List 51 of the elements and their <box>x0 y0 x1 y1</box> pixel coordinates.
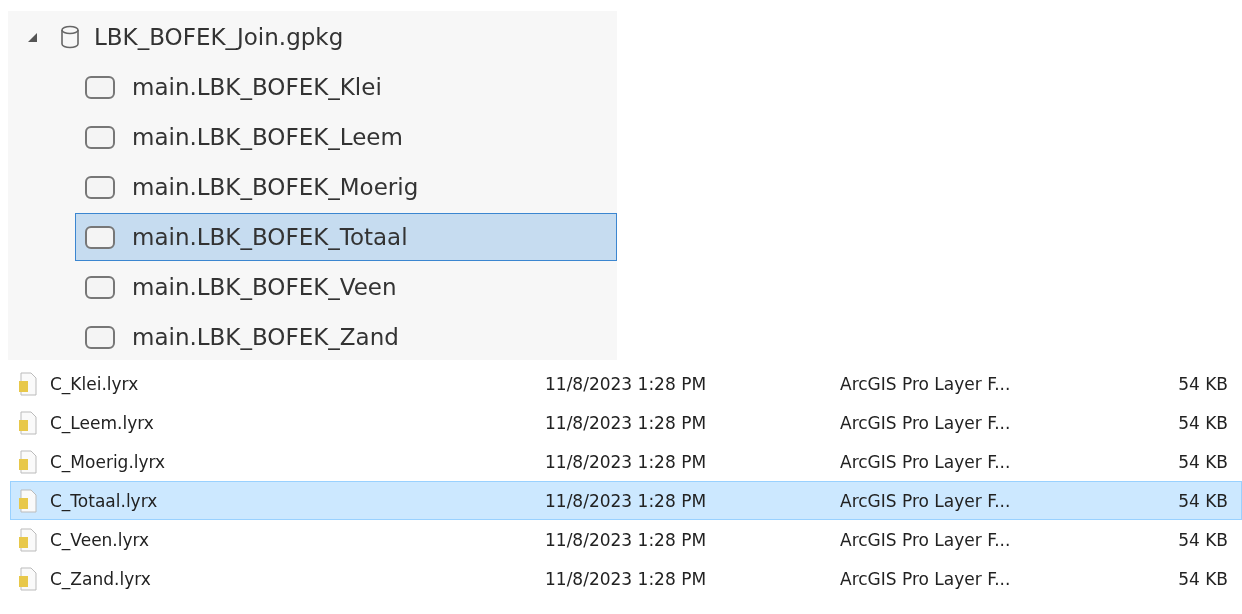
table-item[interactable]: main.LBK_BOFEK_Veen <box>75 263 617 311</box>
file-type: ArcGIS Pro Layer F... <box>840 451 1012 472</box>
file-row[interactable]: C_Moerig.lyrx 11/8/2023 1:28 PM ArcGIS Pro Layer F... 54 KB <box>10 442 1242 481</box>
file-date: 11/8/2023 1:28 PM <box>545 568 708 589</box>
file-type: ArcGIS Pro Layer F... <box>840 490 1012 511</box>
file-name: C_Leem.lyrx <box>50 412 155 433</box>
expand-triangle-icon[interactable] <box>26 31 38 43</box>
table-item[interactable]: main.LBK_BOFEK_Moerig <box>75 163 617 211</box>
table-item[interactable]: main.LBK_BOFEK_Totaal <box>75 213 617 261</box>
file-row[interactable]: C_Totaal.lyrx 11/8/2023 1:28 PM ArcGIS Pro Layer F... 54 KB <box>10 481 1242 520</box>
file-type: ArcGIS Pro Layer F... <box>840 373 1012 394</box>
file-row[interactable]: C_Leem.lyrx 11/8/2023 1:28 PM ArcGIS Pro Layer F... 54 KB <box>10 403 1242 442</box>
file-name: C_Klei.lyrx <box>50 373 140 394</box>
file-type: ArcGIS Pro Layer F... <box>840 568 1012 589</box>
file-icon <box>18 371 38 396</box>
file-row[interactable]: C_Zand.lyrx 11/8/2023 1:28 PM ArcGIS Pro Layer F... 54 KB <box>10 559 1242 598</box>
file-date: 11/8/2023 1:28 PM <box>545 451 708 472</box>
file-icon <box>18 449 38 474</box>
file-name: C_Moerig.lyrx <box>50 451 167 472</box>
file-size: 54 KB <box>1177 412 1228 433</box>
file-name: C_Zand.lyrx <box>50 568 152 589</box>
table-item[interactable]: main.LBK_BOFEK_Leem <box>75 113 617 161</box>
checkbox[interactable] <box>85 75 115 99</box>
database-icon <box>60 25 80 49</box>
file-icon <box>18 488 38 513</box>
checkbox[interactable] <box>85 125 115 149</box>
checkbox[interactable] <box>85 275 115 299</box>
file-row[interactable]: C_Veen.lyrx 11/8/2023 1:28 PM ArcGIS Pro Layer F... 54 KB <box>10 520 1242 559</box>
file-icon <box>18 527 38 552</box>
checkbox[interactable] <box>85 175 115 199</box>
file-row[interactable]: C_Klei.lyrx 11/8/2023 1:28 PM ArcGIS Pro Layer F... 54 KB <box>10 364 1242 403</box>
file-date: 11/8/2023 1:28 PM <box>545 490 708 511</box>
file-date: 11/8/2023 1:28 PM <box>545 412 708 433</box>
file-size: 54 KB <box>1177 373 1228 394</box>
file-name: C_Totaal.lyrx <box>50 490 159 511</box>
file-date: 11/8/2023 1:28 PM <box>545 373 708 394</box>
file-name: C_Veen.lyrx <box>50 529 151 550</box>
file-date: 11/8/2023 1:28 PM <box>545 529 708 550</box>
file-type: ArcGIS Pro Layer F... <box>840 529 1012 550</box>
file-icon <box>18 410 38 435</box>
file-size: 54 KB <box>1177 568 1228 589</box>
geopackage-name[interactable]: LBK_BOFEK_Join.gpkg <box>94 24 344 50</box>
file-icon <box>18 566 38 591</box>
table-item[interactable]: main.LBK_BOFEK_Zand <box>75 313 617 361</box>
file-type: ArcGIS Pro Layer F... <box>840 412 1012 433</box>
file-size: 54 KB <box>1177 490 1228 511</box>
file-size: 54 KB <box>1177 529 1228 550</box>
table-item[interactable]: main.LBK_BOFEK_Klei <box>75 63 617 111</box>
file-size: 54 KB <box>1177 451 1228 472</box>
checkbox[interactable] <box>85 225 115 249</box>
checkbox[interactable] <box>85 325 115 349</box>
